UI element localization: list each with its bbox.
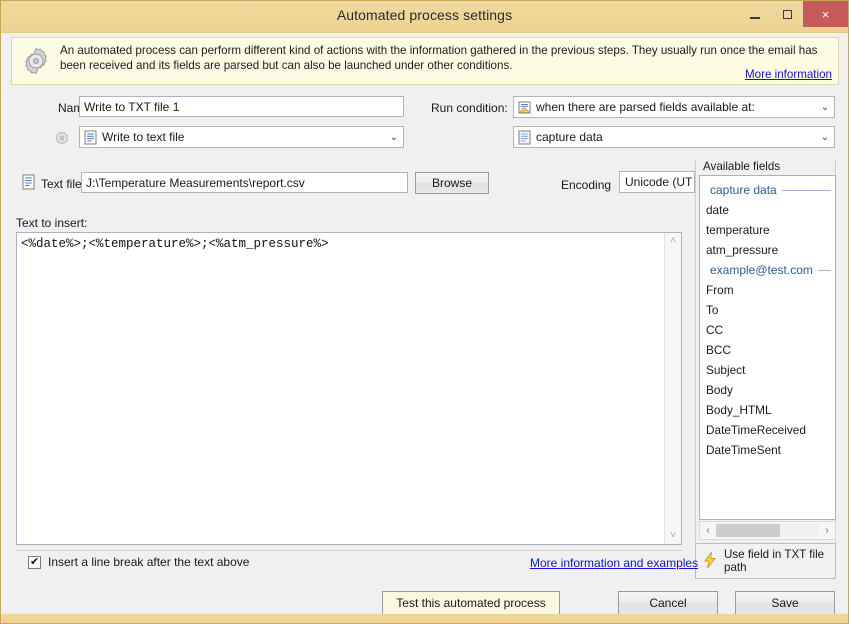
gear-icon bbox=[12, 38, 60, 84]
lightning-bolt-icon bbox=[702, 551, 718, 572]
field-group-header: capture data bbox=[700, 180, 835, 200]
scroll-left-icon[interactable]: ‹ bbox=[700, 525, 716, 536]
available-field-item[interactable]: BCC bbox=[700, 340, 835, 360]
editor-vertical-scrollbar[interactable]: ˄ ˅ bbox=[664, 233, 681, 544]
more-information-and-examples-link[interactable]: More information and examples bbox=[530, 556, 698, 570]
footer-strip bbox=[1, 614, 848, 623]
run-condition-value: when there are parsed fields available a… bbox=[536, 100, 755, 114]
bottom-divider bbox=[16, 550, 682, 551]
blue-document-icon bbox=[518, 130, 531, 145]
available-field-item[interactable]: DateTimeSent bbox=[700, 440, 835, 460]
text-to-insert-area[interactable]: <%date%>;<%temperature%>;<%atm_pressure%… bbox=[16, 232, 682, 545]
hscroll-track[interactable] bbox=[716, 524, 819, 537]
gear-small-icon bbox=[55, 131, 69, 148]
available-field-item[interactable]: Body bbox=[700, 380, 835, 400]
available-field-item[interactable]: CC bbox=[700, 320, 835, 340]
chevron-down-icon[interactable]: ⌄ bbox=[816, 132, 834, 143]
use-field-in-txt-path-button[interactable]: Use field in TXT file path bbox=[695, 543, 836, 579]
field-group-label: example@test.com bbox=[710, 263, 813, 277]
window-controls: × bbox=[739, 1, 848, 29]
use-field-label: Use field in TXT file path bbox=[724, 548, 825, 574]
cancel-button[interactable]: Cancel bbox=[618, 591, 718, 615]
insert-line-break-checkbox[interactable] bbox=[28, 555, 41, 569]
parsed-source-combo[interactable]: capture data ⌄ bbox=[513, 126, 835, 148]
available-field-item[interactable]: Body_HTML bbox=[700, 400, 835, 420]
available-field-item[interactable]: From bbox=[700, 280, 835, 300]
maximize-button[interactable] bbox=[771, 1, 803, 27]
title-bar: Automated process settings × bbox=[1, 1, 848, 33]
parsed-source-value: capture data bbox=[536, 130, 603, 144]
hscroll-thumb[interactable] bbox=[716, 524, 780, 537]
scroll-up-icon[interactable]: ˄ bbox=[670, 235, 676, 247]
available-field-item[interactable]: DateTimeReceived bbox=[700, 420, 835, 440]
available-fields-hscrollbar[interactable]: ‹ › bbox=[699, 521, 836, 540]
encoding-label: Encoding bbox=[561, 178, 612, 192]
scroll-down-icon[interactable]: ˅ bbox=[670, 530, 676, 542]
group-rule bbox=[817, 269, 831, 271]
save-button[interactable]: Save bbox=[735, 591, 835, 615]
available-field-item[interactable]: temperature bbox=[700, 220, 835, 240]
available-fields-list[interactable]: capture data date temperature atm_pressuree… bbox=[699, 175, 836, 520]
encoding-combo[interactable]: Unicode (UT bbox=[619, 171, 695, 193]
automated-process-settings-dialog: Automated process settings × An automate… bbox=[0, 0, 849, 624]
available-field-item[interactable]: atm_pressure bbox=[700, 240, 835, 260]
available-fields-legend: Available fields bbox=[700, 160, 784, 173]
group-rule bbox=[781, 189, 831, 191]
chevron-down-icon[interactable]: ⌄ bbox=[816, 102, 834, 113]
test-automated-process-button[interactable]: Test this automated process bbox=[382, 591, 560, 615]
banner-body: An automated process can perform differe… bbox=[60, 38, 838, 84]
insert-line-break-checkbox-row[interactable]: Insert a line break after the text above bbox=[28, 555, 249, 569]
minimize-icon bbox=[750, 16, 760, 19]
text-file-input[interactable] bbox=[81, 172, 408, 193]
text-document-icon bbox=[22, 174, 35, 193]
text-to-insert-label: Text to insert: bbox=[16, 216, 88, 230]
field-group-header: example@test.com bbox=[700, 260, 835, 280]
available-field-item[interactable]: date bbox=[700, 200, 835, 220]
text-to-insert-content[interactable]: <%date%>;<%temperature%>;<%atm_pressure%… bbox=[17, 233, 664, 544]
more-information-link[interactable]: More information bbox=[745, 68, 832, 81]
run-condition-label: Run condition: bbox=[431, 101, 508, 115]
action-type-value: Write to text file bbox=[102, 130, 185, 144]
scroll-right-icon[interactable]: › bbox=[819, 525, 835, 536]
action-type-combo[interactable]: Write to text file ⌄ bbox=[79, 126, 404, 148]
close-button[interactable]: × bbox=[803, 1, 848, 27]
available-field-item[interactable]: To bbox=[700, 300, 835, 320]
info-banner: An automated process can perform differe… bbox=[11, 37, 839, 85]
insert-line-break-label: Insert a line break after the text above bbox=[48, 555, 250, 569]
window-title: Automated process settings bbox=[336, 7, 513, 23]
browse-button[interactable]: Browse bbox=[415, 172, 489, 194]
encoding-value: Unicode (UT bbox=[625, 175, 693, 189]
field-group-label: capture data bbox=[710, 183, 777, 197]
text-file-label: Text file bbox=[41, 177, 82, 191]
maximize-icon bbox=[782, 9, 792, 19]
run-condition-combo[interactable]: when there are parsed fields available a… bbox=[513, 96, 835, 118]
banner-text: An automated process can perform differe… bbox=[60, 44, 818, 72]
chevron-down-icon[interactable]: ⌄ bbox=[385, 132, 403, 143]
name-input[interactable] bbox=[79, 96, 404, 117]
available-field-item[interactable]: Subject bbox=[700, 360, 835, 380]
minimize-button[interactable] bbox=[739, 1, 771, 27]
clipboard-icon bbox=[518, 100, 532, 115]
close-icon: × bbox=[821, 6, 830, 22]
text-document-icon bbox=[84, 130, 97, 145]
